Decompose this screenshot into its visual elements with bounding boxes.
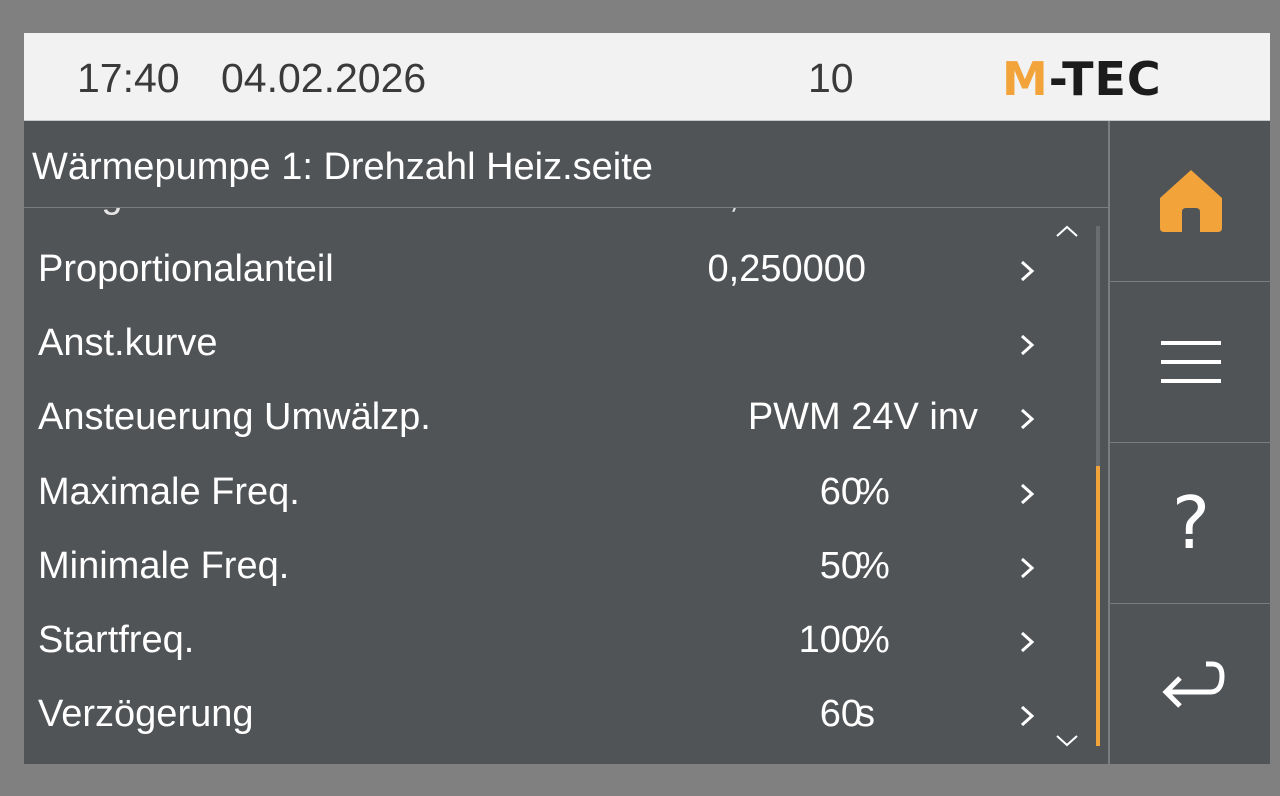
page-title-bar: Wärmepumpe 1: Drehzahl Heiz.seite — [24, 121, 1108, 208]
row-label: Minimale Freq. — [38, 545, 290, 587]
chevron-right-icon — [1020, 483, 1035, 505]
scrollbar-thumb[interactable] — [1096, 466, 1100, 746]
chevron-right-icon — [1020, 408, 1035, 430]
parameter-list: Integralanteil 0,000000 Proportionalante… — [24, 208, 1108, 764]
list-item-startfreq[interactable]: Startfreq. 100 % — [24, 601, 1108, 675]
list-item-ansteuerung-umwaelzp[interactable]: Ansteuerung Umwälzp. PWM 24V inv — [24, 378, 1108, 452]
chevron-right-icon — [1020, 631, 1035, 653]
home-button[interactable] — [1110, 121, 1272, 282]
chevron-right-icon — [1010, 208, 1044, 214]
help-button[interactable]: ? — [1110, 443, 1272, 604]
row-unit: % — [856, 619, 890, 661]
row-label: Maximale Freq. — [38, 471, 300, 513]
return-arrow-icon — [1162, 661, 1225, 708]
row-value: 0,000000 — [708, 208, 867, 217]
chevron-right-icon — [1020, 557, 1035, 579]
list-item-integralanteil[interactable]: Integralanteil 0,000000 — [24, 208, 1108, 230]
row-label: Startfreq. — [38, 619, 195, 661]
row-value: 100 — [798, 619, 862, 661]
row-unit: s — [856, 693, 875, 735]
row-label: Integralanteil — [38, 208, 256, 217]
list-item-anst-kurve[interactable]: Anst.kurve — [24, 304, 1108, 378]
menu-button[interactable] — [1110, 282, 1272, 443]
brand-logo: M-TEC — [1002, 52, 1162, 106]
chevron-right-icon — [1020, 260, 1035, 282]
clock-time: 17:40 — [77, 55, 180, 101]
scroll-down-icon[interactable] — [1054, 733, 1080, 749]
help-icon: ? — [1171, 481, 1211, 565]
row-unit: % — [856, 545, 890, 587]
page-title: Wärmepumpe 1: Drehzahl Heiz.seite — [32, 146, 653, 188]
back-button[interactable] — [1110, 604, 1272, 764]
status-count: 10 — [808, 55, 854, 101]
row-label: Ansteuerung Umwälzp. — [38, 396, 431, 438]
side-navigation: ? — [1108, 121, 1272, 764]
hmi-screen: 17:40 04.02.2026 10 M-TEC Wärmepumpe 1: … — [24, 33, 1272, 764]
row-label: Anst.kurve — [38, 322, 218, 364]
clock-date: 04.02.2026 — [221, 55, 427, 101]
row-unit: % — [856, 471, 890, 513]
list-item-maximale-freq[interactable]: Maximale Freq. 60 % — [24, 453, 1108, 527]
chevron-right-icon — [1020, 705, 1035, 727]
row-label: Verzögerung — [38, 693, 254, 735]
scroll-up-icon[interactable] — [1054, 223, 1080, 239]
row-label: Proportionalanteil — [38, 248, 334, 290]
row-value: PWM 24V inv — [747, 396, 978, 438]
list-item-proportionalanteil[interactable]: Proportionalanteil 0,250000 — [24, 230, 1108, 304]
menu-icon — [1161, 341, 1221, 383]
chevron-right-icon — [1020, 334, 1035, 356]
home-icon — [1160, 170, 1222, 232]
list-item-minimale-freq[interactable]: Minimale Freq. 50 % — [24, 527, 1108, 601]
row-value: 0,250000 — [707, 248, 867, 290]
status-bar: 17:40 04.02.2026 10 M-TEC — [24, 33, 1270, 121]
list-item-verzoegerung[interactable]: Verzögerung 60 s — [24, 675, 1108, 749]
